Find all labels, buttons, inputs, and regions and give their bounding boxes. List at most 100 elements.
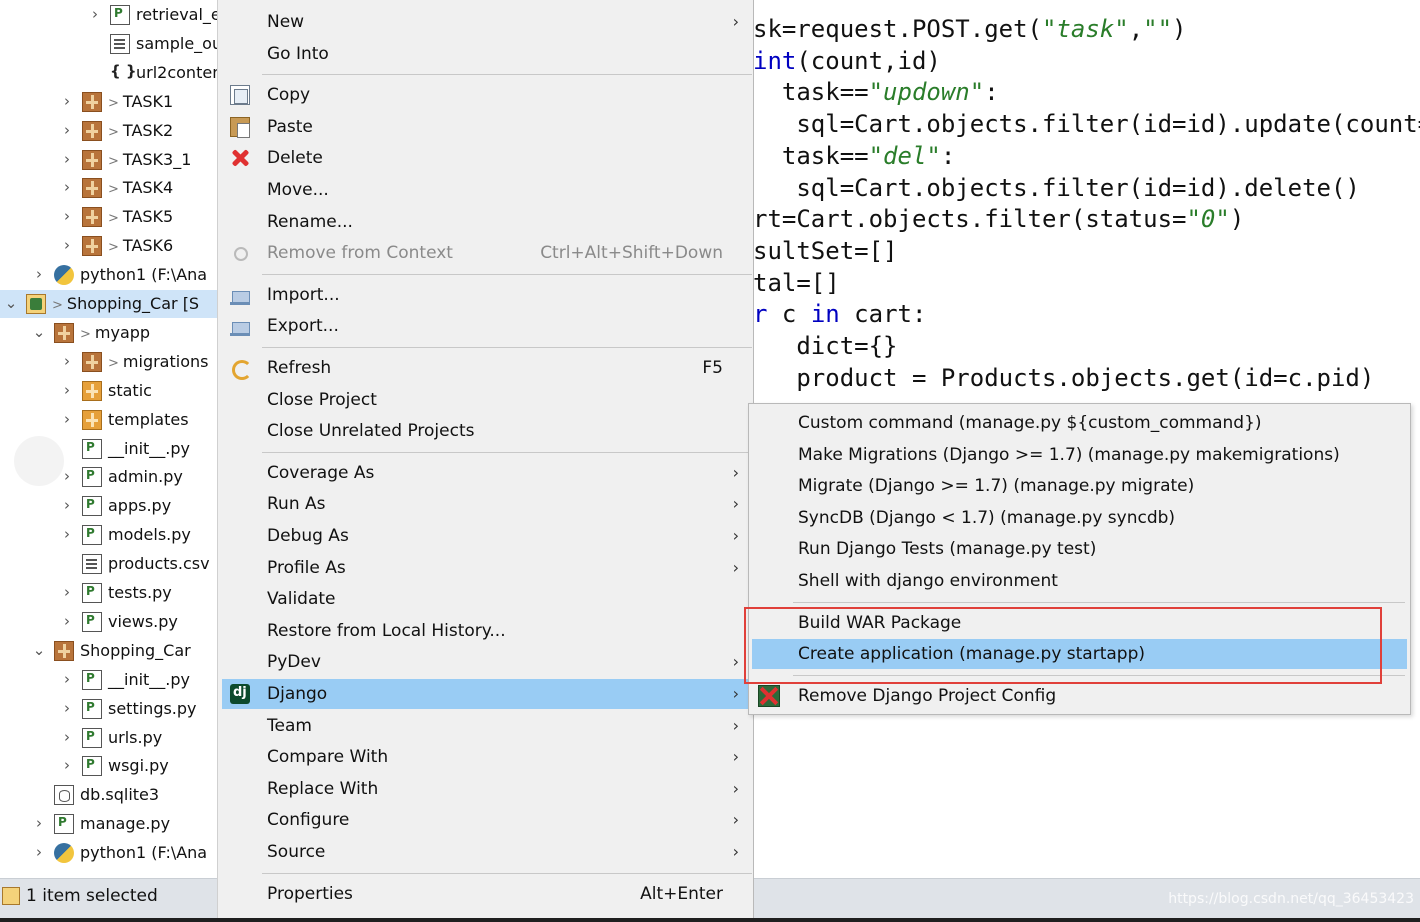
django-submenu: Custom command (manage.py ${custom_comma… [748,403,1411,715]
tree-item[interactable]: sample_outp [0,30,217,58]
tree-item[interactable]: › python1 (F:\Ana [0,261,217,289]
expand-chevron-icon[interactable]: › [60,92,74,110]
submenu-item-build-war-package[interactable]: Build WAR Package [752,608,1407,638]
menu-item-compare-with[interactable]: Compare With › [222,742,751,772]
expand-chevron-icon[interactable]: › [32,814,46,832]
expand-chevron-icon[interactable]: › [60,728,74,746]
tree-item[interactable]: ⌄ Shopping_Car [0,637,217,665]
menu-item-label: Profile As [267,557,346,578]
menu-item-label: Run As [267,494,326,515]
menu-item-profile-as[interactable]: Profile As › [222,553,751,583]
folder-icon [82,409,102,430]
menu-item-export[interactable]: Export... [222,311,751,341]
tree-item[interactable]: › wsgi.py [0,752,217,780]
expand-chevron-icon[interactable]: › [88,5,102,23]
expand-chevron-icon[interactable]: › [32,265,46,283]
tree-item[interactable]: products.csv [0,550,217,578]
tree-item-label: > TASK2 [108,120,174,140]
menu-item-label: Go Into [267,43,329,64]
tree-item[interactable]: › > migrations [0,348,217,376]
menu-item-move[interactable]: Move... [222,175,751,205]
tree-item[interactable]: › static [0,377,217,405]
menu-item-new[interactable]: New › [222,7,751,37]
tree-item[interactable]: › > TASK6 [0,232,217,260]
tree-item[interactable]: › python1 (F:\Ana [0,839,217,867]
tree-item[interactable]: › urls.py [0,724,217,752]
expand-chevron-icon[interactable]: › [60,583,74,601]
expand-chevron-icon[interactable]: › [60,207,74,225]
tree-item[interactable]: › models.py [0,521,217,549]
menu-item-pydev[interactable]: PyDev › [222,647,751,677]
expand-chevron-icon[interactable]: › [60,612,74,630]
menu-item-close-unrelated-projects[interactable]: Close Unrelated Projects [222,416,751,446]
expand-chevron-icon[interactable]: › [60,496,74,514]
menu-item-paste[interactable]: Paste [222,112,751,142]
menu-item-django[interactable]: Django › [222,679,751,709]
submenu-arrow-icon: › [732,12,739,31]
submenu-arrow-icon: › [732,684,739,703]
menu-item-copy[interactable]: Copy [222,80,751,110]
expand-chevron-icon[interactable]: › [60,381,74,399]
expand-chevron-icon[interactable]: › [60,178,74,196]
menu-item-close-project[interactable]: Close Project [222,385,751,415]
menu-item-validate[interactable]: Validate [222,584,751,614]
expand-chevron-icon[interactable]: › [60,236,74,254]
menu-item-run-as[interactable]: Run As › [222,489,751,519]
tree-item[interactable]: › > TASK1 [0,88,217,116]
tree-item[interactable]: › __init__.py [0,666,217,694]
tree-item[interactable]: › apps.py [0,492,217,520]
tree-item[interactable]: ⌄ > myapp [0,319,217,347]
submenu-item-run-django-tests-manage-py-test[interactable]: Run Django Tests (manage.py test) [752,534,1407,564]
expand-chevron-icon[interactable]: › [60,670,74,688]
python-icon [54,843,74,864]
menu-item-source[interactable]: Source › [222,837,751,867]
collapse-chevron-icon[interactable]: ⌄ [4,294,18,312]
submenu-item-shell-with-django-environment[interactable]: Shell with django environment [752,566,1407,596]
collapse-chevron-icon[interactable]: ⌄ [32,641,46,659]
tree-item[interactable]: › settings.py [0,695,217,723]
expand-chevron-icon[interactable]: › [60,699,74,717]
menu-item-debug-as[interactable]: Debug As › [222,521,751,551]
tree-item[interactable]: › tests.py [0,579,217,607]
menu-item-team[interactable]: Team › [222,711,751,741]
tree-item[interactable]: › > TASK4 [0,174,217,202]
menu-separator [262,347,752,348]
tree-item[interactable]: › manage.py [0,810,217,838]
expand-chevron-icon[interactable]: › [60,150,74,168]
tree-item[interactable]: › retrieval_exa [0,1,217,29]
menu-item-rename[interactable]: Rename... [222,207,751,237]
tree-item[interactable]: db.sqlite3 [0,781,217,809]
tree-item[interactable]: url2content.j [0,59,217,87]
menu-item-refresh[interactable]: Refresh F5 [222,353,751,383]
tree-item[interactable]: › templates [0,406,217,434]
menu-item-coverage-as[interactable]: Coverage As › [222,458,751,488]
menu-item-restore-from-local-history[interactable]: Restore from Local History... [222,616,751,646]
submenu-item-syncdb-django-1-7-manage-py-syncdb[interactable]: SyncDB (Django < 1.7) (manage.py syncdb) [752,503,1407,533]
menu-item-go-into[interactable]: Go Into [222,39,751,69]
tree-item[interactable]: › > TASK3_1 [0,146,217,174]
expand-chevron-icon[interactable]: › [60,410,74,428]
menu-item-replace-with[interactable]: Replace With › [222,774,751,804]
tree-item[interactable]: ⌄ > Shopping_Car [S [0,290,217,318]
expand-chevron-icon[interactable]: › [32,843,46,861]
package-icon [82,178,102,199]
expand-chevron-icon[interactable]: › [60,121,74,139]
tree-item[interactable]: › views.py [0,608,217,636]
tree-item[interactable]: › > TASK2 [0,117,217,145]
menu-item-configure[interactable]: Configure › [222,805,751,835]
menu-item-properties[interactable]: Properties Alt+Enter [222,879,751,909]
collapse-chevron-icon[interactable]: ⌄ [32,323,46,341]
submenu-item-create-application-manage-py-startapp[interactable]: Create application (manage.py startapp) [752,639,1407,670]
submenu-item-make-migrations-django-1-7-manage-py-makemigrations[interactable]: Make Migrations (Django >= 1.7) (manage.… [752,440,1407,470]
expand-chevron-icon[interactable]: › [60,352,74,370]
tree-item[interactable]: › > TASK5 [0,203,217,231]
menu-item-import[interactable]: Import... [222,280,751,310]
expand-chevron-icon[interactable]: › [60,525,74,543]
expand-chevron-icon[interactable]: › [60,756,74,774]
menu-item-delete[interactable]: Delete [222,143,751,173]
submenu-item-remove-django-project-config[interactable]: Remove Django Project Config [752,681,1407,711]
back-nav-button[interactable] [14,436,64,486]
submenu-item-migrate-django-1-7-manage-py-migrate[interactable]: Migrate (Django >= 1.7) (manage.py migra… [752,471,1407,501]
remove-context-icon [230,243,250,263]
submenu-item-custom-command-manage-py-custom-command[interactable]: Custom command (manage.py ${custom_comma… [752,408,1407,438]
